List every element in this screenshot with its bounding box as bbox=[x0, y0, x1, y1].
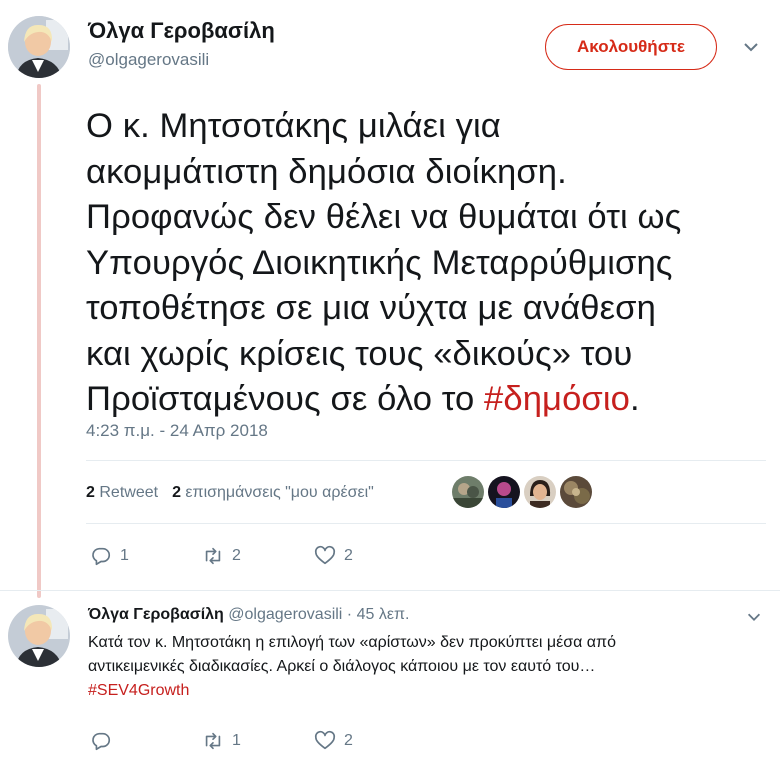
like-stat[interactable]: 2 επισημάνσεις "μου αρέσει" bbox=[172, 484, 374, 502]
retweet-button[interactable]: 2 bbox=[202, 545, 314, 567]
like-count: 2 bbox=[344, 732, 353, 749]
retweet-icon bbox=[205, 732, 221, 750]
tweet-text-line: Ο κ. Μητσοτάκης μιλάει για bbox=[86, 107, 501, 145]
reply-author-avatar[interactable] bbox=[8, 605, 70, 667]
hashtag-link[interactable]: #SEV4Growth bbox=[88, 679, 748, 703]
tweet-text-line: Προφανώς δεν θέλει να θυμάται ότι ως bbox=[86, 198, 682, 236]
reply-count: 1 bbox=[120, 547, 129, 564]
retweet-button[interactable]: 1 bbox=[202, 730, 314, 752]
like-count: 2 bbox=[344, 547, 353, 564]
retweet-stat-count: 2 bbox=[86, 484, 95, 501]
reply-button[interactable] bbox=[90, 730, 202, 752]
author-avatar[interactable] bbox=[8, 16, 70, 78]
retweet-stat-label: Retweet bbox=[99, 484, 159, 501]
chevron-down-icon[interactable] bbox=[745, 608, 763, 626]
thread-connector bbox=[37, 84, 41, 598]
retweet-stat[interactable]: 2 Retweet bbox=[86, 484, 158, 502]
reply-header: Όλγα Γεροβασίλη @olgagerovasili · 45 λεπ… bbox=[88, 606, 409, 624]
hashtag-link[interactable]: #δημόσιο bbox=[484, 380, 630, 418]
liker-avatar[interactable] bbox=[452, 476, 484, 508]
reply-icon bbox=[92, 547, 111, 566]
like-stat-label: επισημάνσεις "μου αρέσει" bbox=[185, 484, 374, 501]
tweet-text-line: Υπουργός Διοικητικής Μεταρρύθμισης bbox=[86, 243, 673, 282]
tweet-text-line: τοποθέτησε σε μια νύχτα με ανάθεση bbox=[86, 289, 656, 327]
tweet-stats: 2 Retweet 2 επισημάνσεις "μου αρέσει" bbox=[86, 484, 374, 502]
divider bbox=[86, 523, 766, 524]
like-button[interactable]: 2 bbox=[314, 730, 426, 752]
tweet-text: Ο κ. Μητσοτάκης μιλάει για ακομμάτιστη δ… bbox=[86, 104, 766, 423]
like-stat-count: 2 bbox=[172, 484, 181, 501]
retweet-count: 2 bbox=[232, 547, 241, 564]
liker-avatar[interactable] bbox=[524, 476, 556, 508]
like-icon bbox=[314, 545, 336, 565]
reply-tweet-actions: 1 2 bbox=[90, 730, 426, 752]
like-button[interactable]: 2 bbox=[314, 545, 426, 567]
tweet-text-line: ακομμάτιστη δημόσια διοίκηση. bbox=[86, 152, 567, 191]
tweet-actions: 1 2 2 bbox=[90, 545, 426, 567]
retweet-icon bbox=[205, 547, 221, 565]
reply-meta[interactable]: @olgagerovasili · 45 λεπ. bbox=[228, 606, 409, 623]
reply-text-line: Κατά τον κ. Μητσοτάκη η επιλογή των «αρί… bbox=[88, 634, 616, 651]
author-handle[interactable]: @olgagerovasili bbox=[88, 50, 209, 70]
divider bbox=[0, 590, 780, 591]
reply-author-name[interactable]: Όλγα Γεροβασίλη bbox=[88, 606, 224, 623]
retweet-count: 1 bbox=[232, 732, 241, 749]
divider bbox=[86, 460, 766, 461]
like-icon bbox=[314, 730, 336, 750]
likers-avatars bbox=[452, 476, 592, 508]
tweet-text-segment: . bbox=[629, 380, 640, 418]
reply-text-line: αντικειμενικές διαδικασίες. Αρκεί ο διάλ… bbox=[88, 658, 596, 675]
tweet-text-line: Προϊσταμένους σε όλο το #δημόσιο. bbox=[86, 377, 766, 423]
tweet-text-line: και χωρίς κρίσεις τους «δικούς» του bbox=[86, 334, 633, 373]
reply-icon bbox=[92, 732, 111, 751]
liker-avatar[interactable] bbox=[560, 476, 592, 508]
author-name[interactable]: Όλγα Γεροβασίλη bbox=[88, 18, 275, 44]
follow-button[interactable]: Ακολουθήστε bbox=[545, 24, 717, 70]
chevron-down-icon[interactable] bbox=[741, 37, 761, 57]
tweet-text-segment: Προϊσταμένους σε όλο το bbox=[86, 380, 485, 418]
reply-button[interactable]: 1 bbox=[90, 545, 202, 567]
liker-avatar[interactable] bbox=[488, 476, 520, 508]
reply-text: Κατά τον κ. Μητσοτάκη η επιλογή των «αρί… bbox=[88, 631, 748, 703]
tweet-timestamp[interactable]: 4:23 π.μ. - 24 Απρ 2018 bbox=[86, 421, 268, 441]
